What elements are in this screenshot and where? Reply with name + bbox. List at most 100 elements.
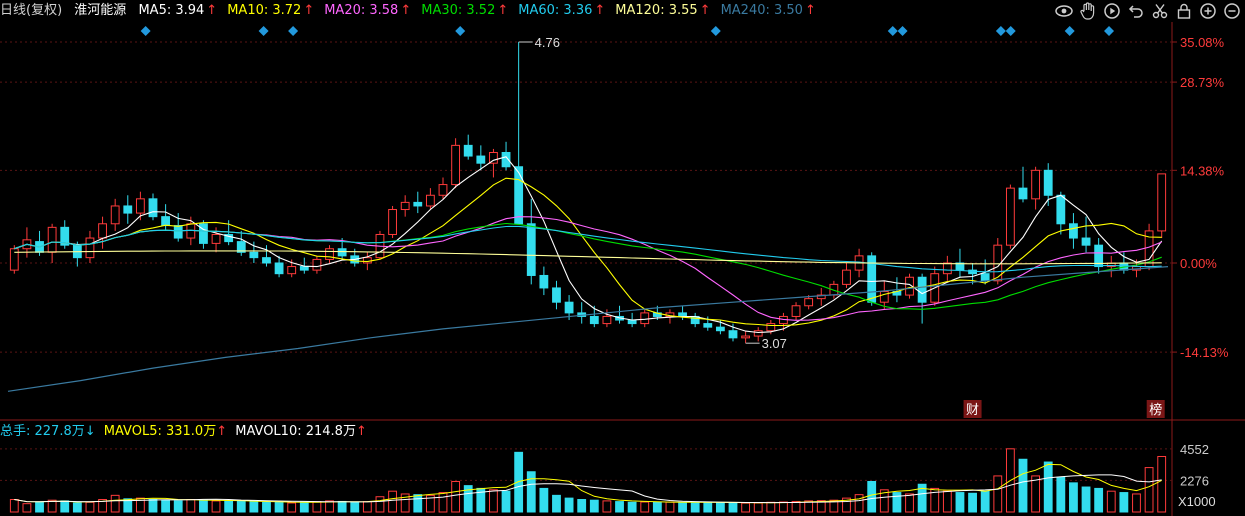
- candle-body: [602, 315, 612, 325]
- volume-bar: [867, 480, 877, 513]
- volume-bar: [728, 502, 738, 513]
- candle-body: [1043, 169, 1053, 196]
- candle-body: [476, 155, 486, 164]
- volume-bar: [173, 500, 183, 513]
- candle-body: [791, 305, 801, 317]
- volume-bar: [892, 492, 902, 513]
- volume-bar: [993, 475, 1003, 513]
- candle-body: [299, 266, 309, 271]
- volume-bar: [589, 499, 599, 513]
- price-tick-label: 28.73%: [1180, 75, 1225, 90]
- volume-bar: [388, 490, 397, 513]
- candle-body: [463, 144, 473, 157]
- candle-body: [1157, 173, 1167, 232]
- volume-bar: [224, 500, 234, 513]
- candle-body: [678, 312, 687, 317]
- event-diamond-icon: [258, 26, 269, 36]
- candle-body: [1005, 187, 1015, 246]
- volume-bar: [1018, 458, 1028, 513]
- volume-bar: [703, 501, 713, 513]
- event-diamond-icon: [887, 26, 898, 36]
- event-diamond-icon: [140, 26, 151, 36]
- price-tick-label: 14.38%: [1180, 163, 1225, 178]
- candle-body: [123, 205, 133, 214]
- ranking-badge: 榜: [1149, 402, 1162, 418]
- volume-bar: [287, 502, 297, 513]
- candle-body: [1069, 223, 1078, 239]
- volume-bar: [413, 494, 423, 513]
- volume-bar: [577, 499, 587, 513]
- volume-bar: [22, 503, 32, 513]
- volume-bar: [615, 501, 624, 513]
- candle-body: [400, 201, 410, 211]
- event-diamond-icon: [288, 26, 299, 36]
- candle-body: [1056, 194, 1066, 225]
- volume-bar: [350, 501, 360, 513]
- candle-body: [287, 266, 297, 275]
- candle-body: [526, 223, 536, 276]
- ma240-line: [7, 266, 1169, 392]
- volume-bar: [652, 501, 662, 513]
- volume-bar: [1094, 487, 1104, 513]
- candle-body: [879, 291, 889, 303]
- candle-body: [917, 276, 927, 303]
- candle-body: [552, 287, 561, 303]
- volume-bar: [236, 500, 246, 513]
- volume-bar: [1031, 475, 1041, 513]
- volume-bar: [741, 502, 751, 513]
- candle-body: [766, 323, 776, 332]
- candle-body: [388, 209, 397, 235]
- volume-bar: [489, 489, 498, 513]
- volume-bar: [539, 487, 549, 513]
- candle-body: [1081, 237, 1091, 246]
- candle-body: [249, 251, 259, 259]
- event-diamond-icon: [995, 26, 1006, 36]
- volume-bar: [72, 502, 82, 513]
- volume-bar: [1081, 486, 1091, 513]
- candle-body: [413, 201, 423, 207]
- volume-bar: [312, 501, 322, 513]
- volume-bar: [753, 502, 763, 513]
- volume-bar: [968, 492, 977, 513]
- candle-body: [451, 144, 461, 186]
- candle-body: [98, 223, 107, 239]
- volume-bar: [905, 493, 914, 513]
- kline-chart[interactable]: 35.08% 28.73% 14.38% 0.00% -14.13% 4552 2276 X1…: [0, 0, 1245, 516]
- volume-bar: [211, 500, 221, 513]
- volume-bar: [186, 499, 196, 513]
- volume-bar: [1043, 461, 1053, 513]
- volume-bar: [690, 501, 700, 513]
- volume-bar: [942, 490, 952, 513]
- price-tick-label: -14.13%: [1180, 345, 1229, 360]
- volume-bar: [501, 490, 511, 513]
- candle-body: [715, 326, 725, 332]
- event-diamond-icon: [1005, 26, 1016, 36]
- volume-bar: [514, 451, 524, 513]
- candle-body: [425, 194, 435, 207]
- volume-bar: [199, 499, 208, 513]
- candle-body: [627, 319, 637, 325]
- volume-bar: [1157, 455, 1167, 513]
- volume-bar: [85, 501, 95, 513]
- candle-body: [161, 216, 171, 227]
- volume-bar: [980, 490, 990, 513]
- volume-bar: [451, 480, 461, 513]
- volume-bar: [325, 500, 334, 513]
- event-diamond-icon: [1104, 26, 1115, 36]
- price-tick-label: 35.08%: [1180, 35, 1225, 50]
- volume-bar: [9, 499, 19, 513]
- volume-bar: [1056, 476, 1066, 513]
- ma20-line: [14, 216, 1162, 321]
- candle-body: [47, 226, 57, 253]
- candle-body: [539, 274, 549, 289]
- candle-body: [211, 233, 221, 244]
- volume-bar: [362, 501, 372, 513]
- volume-bar: [274, 501, 284, 513]
- volume-bar: [526, 471, 536, 513]
- volume-bar: [564, 497, 574, 513]
- candle-body: [564, 301, 574, 314]
- volume-bar: [854, 494, 864, 513]
- volume-bar: [1106, 490, 1116, 513]
- candle-body: [438, 184, 448, 196]
- volume-bar: [640, 501, 650, 513]
